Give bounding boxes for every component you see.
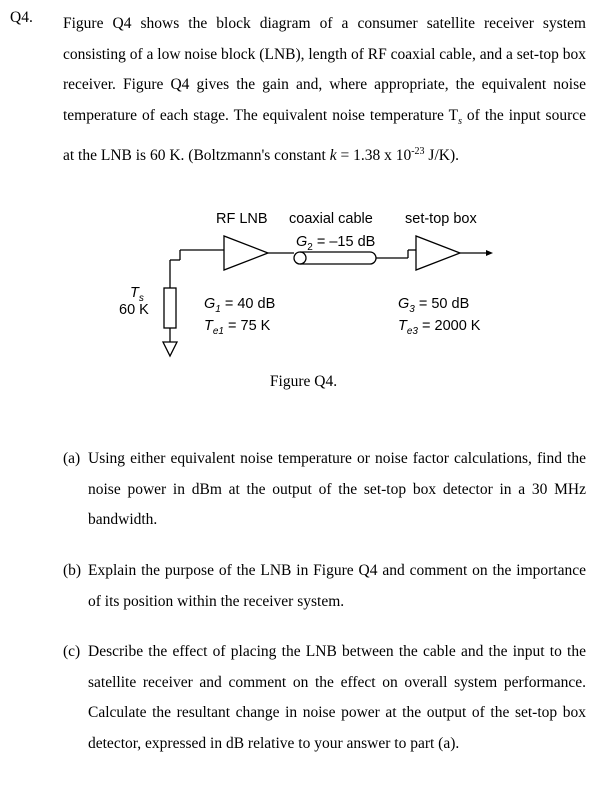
- cable-end-right: [369, 251, 377, 265]
- stb-temp-label: Te3 = 2000 K: [398, 318, 481, 337]
- lnb-gain-label: G1 = 40 dB: [204, 296, 276, 315]
- cable-end-left: [293, 251, 307, 265]
- part-a-label: (a): [63, 450, 81, 467]
- k-exponent: -23: [411, 146, 425, 158]
- part-c-text: Describe the effect of placing the LNB b…: [88, 643, 586, 752]
- lnb-temp-label: Te1 = 75 K: [204, 318, 271, 337]
- stb-gain-label: G3 = 50 dB: [398, 296, 470, 315]
- part-a-text: Using either equivalent noise temperatur…: [88, 450, 586, 528]
- question-intro: Figure Q4 shows the block diagram of a c…: [63, 9, 586, 172]
- source-temp-value: 60 K: [119, 302, 149, 318]
- question-number: Q4.: [10, 9, 33, 26]
- cable-gain-symbol: G: [296, 234, 308, 250]
- lnb-amplifier-icon: [223, 235, 270, 271]
- part-b-text: Explain the purpose of the LNB in Figure…: [88, 562, 586, 610]
- k-symbol: k: [329, 147, 337, 165]
- k-value: = 1.38 x 10: [336, 147, 412, 165]
- header-cable: coaxial cable: [289, 211, 373, 227]
- header-stb: set-top box: [405, 211, 477, 227]
- part-b: (b) Explain the purpose of the LNB in Fi…: [63, 556, 586, 617]
- cable-gain-value: = –15 dB: [312, 234, 376, 250]
- figure-caption: Figure Q4.: [269, 373, 338, 390]
- diagram-lines: [161, 235, 493, 358]
- stb-amplifier-icon: [415, 235, 462, 271]
- block-diagram: RF LNB coaxial cable set-top box G2 = –1…: [0, 200, 607, 400]
- output-arrow-icon: [486, 250, 493, 256]
- part-c-label: (c): [63, 643, 81, 660]
- cable-gain-label: G2 = –15 dB: [296, 234, 375, 253]
- part-b-label: (b): [63, 562, 82, 579]
- part-c: (c) Describe the effect of placing the L…: [63, 637, 586, 759]
- k-unit: J/K).: [424, 147, 459, 165]
- ground-symbol-icon: [161, 341, 179, 358]
- part-a: (a) Using either equivalent noise temper…: [63, 444, 586, 536]
- source-resistor: [163, 287, 177, 329]
- header-lnb: RF LNB: [216, 211, 268, 227]
